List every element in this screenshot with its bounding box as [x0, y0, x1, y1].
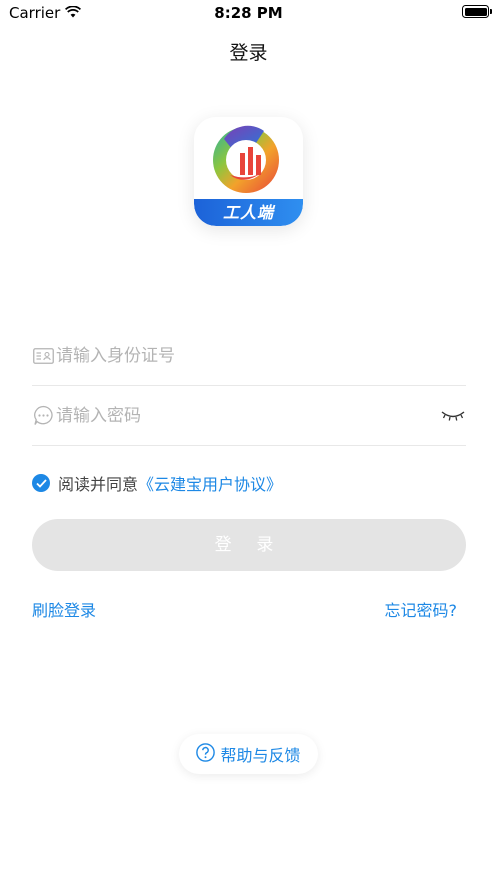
help-feedback-button[interactable]: 帮助与反馈 [179, 734, 318, 774]
password-input[interactable] [56, 405, 440, 426]
status-bar: Carrier 8:28 PM [0, 0, 497, 26]
forgot-password-link[interactable]: 忘记密码? [385, 597, 458, 621]
agreement-text: 阅读并同意 [58, 475, 139, 494]
agreement-checkbox[interactable] [32, 474, 50, 492]
app-logo-mark [213, 125, 279, 193]
page-title: 登录 [229, 42, 268, 64]
check-icon [35, 478, 47, 488]
chat-bubble-icon [32, 405, 54, 427]
id-number-field[interactable] [32, 326, 466, 386]
app-logo-name: 工人端 [222, 203, 274, 222]
agreement-row: 阅读并同意 《云建宝用户协议》 [32, 471, 282, 495]
app-logo: 工人端 [194, 117, 303, 226]
app-logo-band: 工人端 [194, 199, 303, 226]
user-agreement-link[interactable]: 《云建宝用户协议》 [138, 471, 282, 495]
battery-icon [462, 5, 492, 18]
login-button[interactable]: 登 录 [32, 519, 466, 571]
password-field[interactable] [32, 386, 466, 446]
face-login-link[interactable]: 刷脸登录 [32, 597, 96, 621]
help-feedback-label: 帮助与反馈 [220, 746, 301, 765]
status-time: 8:28 PM [214, 4, 283, 22]
eye-closed-icon[interactable] [440, 407, 466, 425]
question-icon [196, 742, 216, 766]
id-number-input[interactable] [56, 345, 466, 366]
id-card-icon [32, 345, 54, 367]
